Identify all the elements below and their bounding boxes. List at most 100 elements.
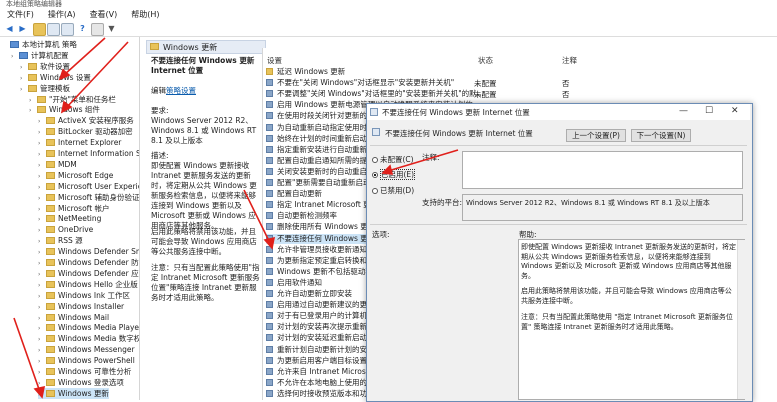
column-header-comment[interactable]: 注释: [562, 55, 577, 66]
close-icon[interactable]: ✕: [731, 106, 739, 116]
back-icon[interactable]: ◀: [4, 23, 15, 34]
tree-item[interactable]: › Windows 设置: [20, 72, 91, 83]
policy-setting-icon: [266, 234, 273, 242]
radio-disabled[interactable]: 已禁用(D): [372, 185, 414, 196]
maximize-icon[interactable]: ☐: [705, 106, 713, 116]
radio-button-selected[interactable]: [372, 172, 378, 178]
tree-item[interactable]: › Windows 组件: [29, 104, 100, 115]
expand-icon[interactable]: ›: [38, 389, 46, 400]
tree-item-label: 管理模板: [40, 83, 70, 93]
column-header-setting[interactable]: 设置: [267, 55, 282, 66]
setting-row-label: 配置自动更新: [277, 189, 322, 199]
tree-item[interactable]: › 计算机配置: [11, 50, 69, 61]
tree-item[interactable]: › RSS 源: [38, 235, 83, 246]
tree-item-label: Windows Messenger: [58, 345, 135, 355]
expand-icon[interactable]: ›: [20, 84, 28, 95]
setting-row[interactable]: 不要调整"关闭 Windows"对话框里的"安装更新并关机"的默...: [266, 89, 566, 99]
description-label: 描述:: [151, 151, 169, 160]
radio-not-configured[interactable]: 未配置(C): [372, 154, 414, 165]
setting-row-state: 未配置: [474, 79, 497, 89]
setting-row-label: 启用软件通知: [277, 277, 322, 287]
folder-icon: [37, 95, 46, 103]
tree-item[interactable]: › OneDrive: [38, 224, 93, 235]
menu-view[interactable]: 查看(V): [83, 8, 125, 22]
setting-row-label: 自动更新检测频率: [277, 211, 337, 221]
tree-item[interactable]: › BitLocker 驱动器加密: [38, 126, 133, 137]
tree-item[interactable]: › Windows 更新: [38, 387, 109, 400]
tree-item[interactable]: › ActiveX 安装程序服务: [38, 115, 134, 126]
menu-file[interactable]: 文件(F): [0, 8, 41, 22]
tree-item[interactable]: 本地计算机 策略: [2, 39, 77, 50]
dialog-title-bar: 不要连接任何 Windows 更新 Internet 位置 — ☐ ✕: [367, 104, 750, 120]
setting-row-label: 对计划的安装延迟重新启动: [277, 333, 367, 343]
tree-item[interactable]: ›Windows Defender Smart: [38, 246, 139, 257]
show-tree-icon[interactable]: [33, 23, 46, 36]
setting-title: 不要连接任何 Windows 更新 Internet 位置: [151, 56, 255, 75]
expand-icon[interactable]: ›: [11, 51, 19, 62]
previous-setting-button[interactable]: 上一个设置(P): [566, 129, 626, 142]
comment-textarea[interactable]: [462, 151, 743, 189]
help-scrollbar[interactable]: [737, 240, 745, 399]
tree-item[interactable]: › Internet Explorer: [38, 137, 121, 148]
export-icon[interactable]: [61, 23, 74, 36]
policy-setting-icon: [266, 312, 273, 320]
description-header-title: Windows 更新: [163, 43, 218, 52]
menu-help[interactable]: 帮助(H): [124, 8, 166, 22]
tree-item[interactable]: › NetMeeting: [38, 213, 101, 224]
tree-item-label: Internet Information Serv: [58, 149, 139, 158]
folder-icon: [150, 43, 159, 50]
tree-item[interactable]: › Windows Hello 企业版: [38, 279, 138, 290]
tree-item[interactable]: › 软件设置: [20, 61, 70, 72]
tree-item[interactable]: › MDM: [38, 159, 77, 170]
minimize-icon[interactable]: —: [679, 106, 688, 116]
tree-item[interactable]: › Windows Installer: [38, 301, 124, 312]
tree-item[interactable]: › "开始"菜单和任务栏: [29, 94, 116, 105]
supported-platforms-box: Windows Server 2012 R2、Windows 8.1 或 Win…: [462, 194, 743, 221]
radio-button[interactable]: [372, 157, 378, 163]
tree-item[interactable]: › Windows 可靠性分析: [38, 366, 131, 377]
help-icon[interactable]: ?: [77, 23, 88, 34]
tree-item[interactable]: › Windows 登录选项: [38, 377, 124, 388]
policy-setting-icon: [266, 167, 273, 175]
tree-item[interactable]: › Windows Mail: [38, 312, 109, 323]
list-view-icon[interactable]: [47, 23, 60, 36]
tree-item-label: Microsoft 帐户: [58, 203, 110, 213]
tree-item[interactable]: › Windows Messenger: [38, 344, 135, 355]
radio-enabled[interactable]: 已启用(E): [372, 169, 416, 180]
tree-item[interactable]: › Windows PowerShell: [38, 355, 135, 366]
policy-setting-icon: [266, 112, 273, 120]
setting-row[interactable]: 不要在"关闭 Windows"对话框显示"安装更新并关机": [266, 78, 566, 88]
tree-item[interactable]: › 管理模板: [20, 83, 70, 94]
options-panel: [370, 239, 515, 400]
tree-item[interactable]: › Microsoft 辅助身份验证因: [38, 192, 139, 203]
tree-item[interactable]: ›Windows Defender 防病毒: [38, 257, 139, 268]
policy-setting-icon: [266, 323, 273, 331]
tree-item[interactable]: ›Windows Defender 应用程: [38, 268, 139, 279]
next-setting-button[interactable]: 下一个设置(N): [631, 129, 691, 142]
folder-icon: [28, 84, 37, 92]
filter-icon[interactable]: ▼: [106, 23, 117, 34]
policy-setting-icon: [266, 334, 273, 342]
tree-item[interactable]: › Windows Media Player: [38, 322, 139, 333]
properties-icon[interactable]: [91, 23, 104, 36]
tree-item[interactable]: › Microsoft Edge: [38, 170, 113, 181]
tree-item[interactable]: › Windows Media 数字权限: [38, 333, 139, 344]
column-header-state[interactable]: 状态: [478, 55, 493, 66]
policy-setting-icon: [266, 212, 273, 220]
tree-item[interactable]: › Microsoft 帐户: [38, 203, 110, 214]
tree-item[interactable]: ›Internet Information Serv: [38, 148, 139, 159]
folder-icon: [46, 280, 55, 288]
radio-button[interactable]: [372, 188, 378, 194]
tree-item[interactable]: ›Microsoft User Experienc: [38, 181, 139, 192]
setting-row-label: 不要在"关闭 Windows"对话框显示"安装更新并关机": [277, 78, 455, 88]
policy-tree[interactable]: 本地计算机 策略 › 计算机配置 › 软件设置 › Windows 设置 › 管理模板 › "开始"…: [0, 37, 140, 400]
radio-label: 已启用(E): [380, 169, 416, 180]
tree-item-label: Windows Mail: [58, 312, 110, 322]
menu-action[interactable]: 操作(A): [41, 8, 83, 22]
divider: [370, 224, 747, 225]
tree-item[interactable]: › Windows Ink 工作区: [38, 290, 130, 301]
expand-icon[interactable]: ›: [29, 105, 37, 116]
forward-icon[interactable]: ▶: [17, 23, 28, 34]
setting-row[interactable]: 延迟 Windows 更新: [266, 67, 566, 77]
edit-policy-link[interactable]: 策略设置: [166, 86, 196, 95]
